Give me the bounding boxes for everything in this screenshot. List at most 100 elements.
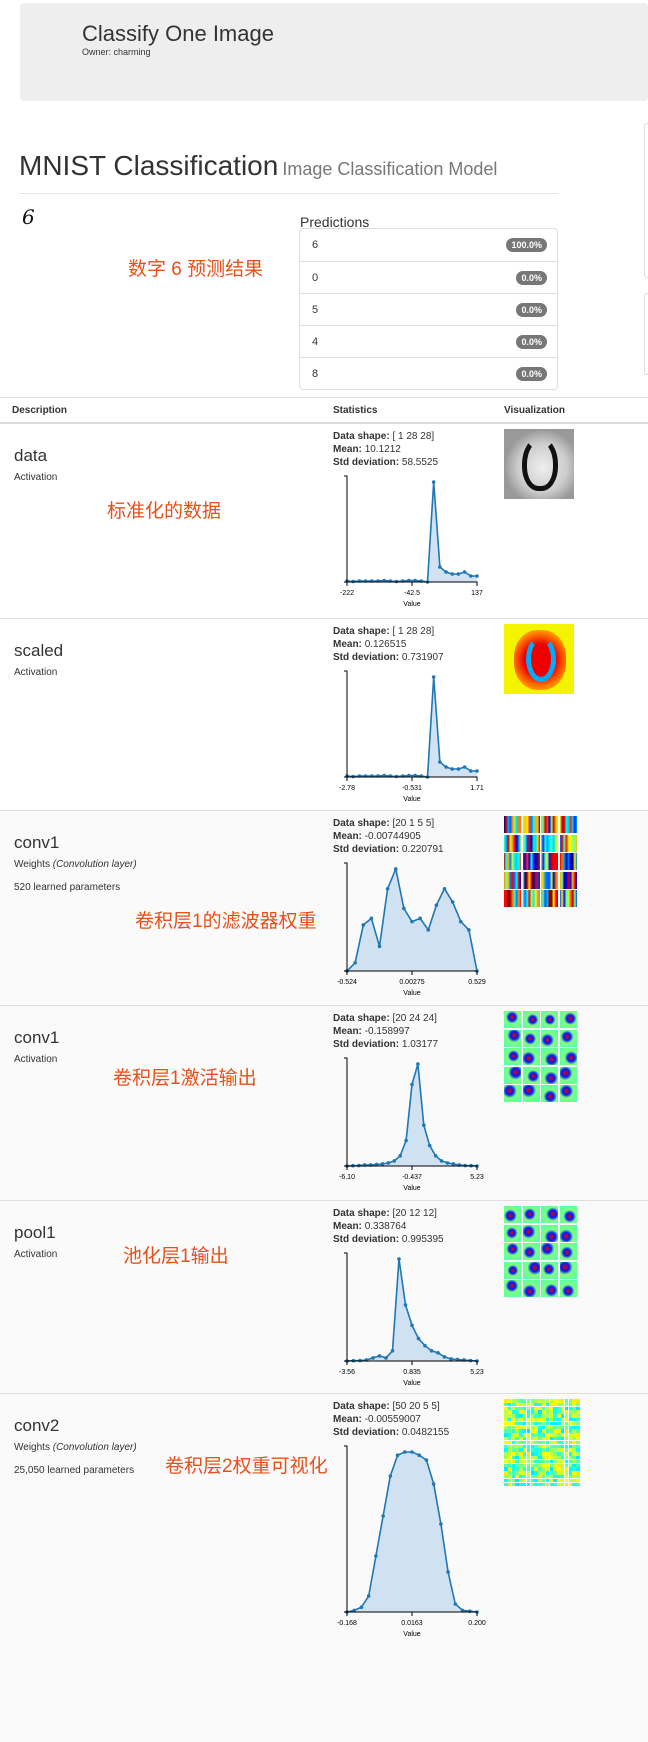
- shape-value: [ 1 28 28]: [392, 431, 435, 442]
- filter-tile: [522, 1029, 540, 1047]
- mean-value: -0.00559007: [364, 1414, 421, 1425]
- histogram-point: [438, 760, 442, 764]
- histogram-point: [469, 769, 473, 773]
- filter-tile: [522, 1048, 540, 1065]
- histogram-point: [397, 1257, 401, 1261]
- layer-type-label: Weights: [14, 1442, 50, 1453]
- layer-type: Activation: [14, 667, 57, 678]
- filter-tile: [504, 853, 521, 870]
- mean-value: 0.338764: [364, 1221, 407, 1232]
- annotation-predictions: 数字 6 预测结果: [128, 259, 264, 280]
- layer-stats: Data shape: [20 24 24] Mean: -0.158997 S…: [333, 1012, 438, 1051]
- layer-type-label: Activation: [14, 1249, 58, 1260]
- std-value: 0.220791: [401, 844, 444, 855]
- histogram-point: [450, 572, 455, 576]
- filter-tile: [522, 1224, 540, 1242]
- digit-stroke: [526, 636, 556, 682]
- layer-type: Activation: [14, 1249, 57, 1260]
- histogram-point: [353, 960, 357, 965]
- layer-annotation: 卷积层1的滤波器权重: [135, 911, 317, 932]
- x-tick-label: 0.0163: [401, 1620, 423, 1627]
- filter-tile: [522, 1066, 540, 1084]
- filter-tile: [504, 1243, 521, 1260]
- x-tick-label: -42.5: [404, 590, 420, 597]
- layer-name: conv1: [14, 1028, 60, 1047]
- layer-stats: Data shape: [50 20 5 5] Mean: -0.0055900…: [333, 1400, 449, 1439]
- x-axis-label: Value: [403, 1380, 420, 1387]
- layer-row-data: data Activation 标准化的数据 Data shape: [ 1 2…: [0, 423, 648, 618]
- x-axis-label: Value: [403, 990, 420, 997]
- histogram-point: [456, 572, 461, 576]
- filter-tile: [522, 1243, 540, 1260]
- filter-tile: [504, 834, 521, 852]
- histogram-point: [410, 1450, 414, 1454]
- filter-tile: [559, 1280, 577, 1297]
- prediction-row: 5 0.0%: [300, 293, 557, 325]
- shape-value: [20 12 12]: [392, 1208, 437, 1219]
- prediction-label: 4: [312, 335, 319, 348]
- filter-tile: [504, 816, 521, 833]
- histogram-point: [395, 1453, 400, 1457]
- layer-stats: Data shape: [ 1 28 28] Mean: 10.1212 Std…: [333, 430, 438, 469]
- x-tick-label: -3.56: [339, 1369, 355, 1376]
- mean-label: Mean:: [333, 639, 362, 650]
- x-tick-label: -0.437: [402, 1174, 422, 1181]
- x-tick-label: -222: [340, 590, 354, 597]
- filter-tile: [541, 1280, 558, 1297]
- histogram-point: [431, 675, 436, 679]
- filter-tile: [559, 1243, 577, 1260]
- prediction-label: 6: [312, 239, 319, 251]
- filter-tile: [504, 1029, 521, 1047]
- histogram-point: [433, 1154, 438, 1158]
- histogram-point: [410, 919, 414, 924]
- filter-tile: [541, 1243, 558, 1260]
- prediction-row: 6 100.0%: [300, 229, 557, 261]
- histogram-point: [475, 769, 479, 773]
- filter-tile: [559, 890, 577, 907]
- layer-visualization[interactable]: [504, 1399, 580, 1487]
- x-tick-label: 1.71: [470, 785, 484, 792]
- shape-label: Data shape:: [333, 1013, 390, 1024]
- histogram-point: [444, 765, 448, 769]
- x-tick-label: 0.00275: [399, 979, 424, 986]
- histogram-point: [445, 1161, 450, 1165]
- histogram-point: [451, 1162, 456, 1166]
- histogram-point: [462, 570, 467, 574]
- digit-stroke: [522, 437, 558, 491]
- histogram-point: [444, 570, 448, 574]
- std-value: 0.0482155: [401, 1427, 450, 1438]
- histogram-point: [463, 1163, 467, 1168]
- filter-tile: [541, 1085, 558, 1102]
- histogram-point: [392, 1159, 397, 1163]
- histogram-point: [438, 565, 442, 569]
- layer-row-scaled: scaled Activation Data shape: [ 1 28 28]…: [0, 618, 648, 810]
- histogram-point: [442, 1355, 447, 1359]
- layer-visualization[interactable]: [504, 1011, 577, 1102]
- x-tick-label: -0.524: [337, 979, 357, 986]
- histogram-point: [427, 1143, 432, 1148]
- std-label: Std deviation:: [333, 1427, 400, 1438]
- layer-type-label: Activation: [14, 472, 58, 483]
- histogram-point: [404, 1138, 408, 1143]
- divider: [19, 193, 559, 194]
- histogram-point: [468, 1358, 473, 1363]
- filter-tile: [504, 890, 521, 907]
- layer-visualization[interactable]: [504, 624, 574, 694]
- layer-type-label: Activation: [14, 1054, 58, 1065]
- histogram-point: [436, 1351, 440, 1355]
- filter-tile: [522, 1280, 540, 1297]
- layer-visualization[interactable]: [504, 429, 574, 499]
- layer-type: Weights (Convolution layer): [14, 1442, 137, 1453]
- x-tick-label: 137: [471, 590, 483, 597]
- x-tick-label: -2.78: [339, 785, 355, 792]
- histogram-point: [377, 944, 382, 949]
- histogram-point: [388, 1474, 393, 1478]
- filter-tile: [504, 1085, 521, 1102]
- layer-visualization[interactable]: [504, 816, 577, 907]
- layer-visualization[interactable]: [504, 1206, 577, 1297]
- layer-annotation: 卷积层2权重可视化: [165, 1456, 328, 1477]
- histogram-area: [347, 1064, 477, 1166]
- filter-tile: [541, 816, 558, 833]
- table-header: Description Statistics Visualization: [0, 397, 648, 423]
- prediction-row: 0 0.0%: [300, 261, 557, 293]
